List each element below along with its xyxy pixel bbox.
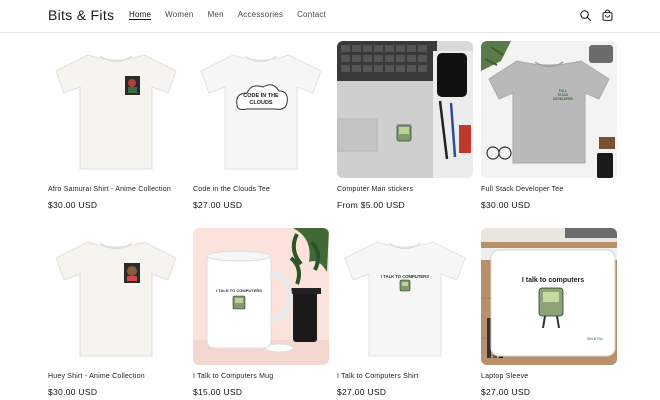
svg-text:CODE IN THE: CODE IN THE — [243, 93, 279, 99]
cart-icon[interactable] — [601, 9, 614, 22]
product-image[interactable]: I TALK TO COMPUTERS — [193, 228, 329, 365]
product-price: $30.00 USD — [48, 200, 98, 210]
svg-text:I TALK TO COMPUTERS: I TALK TO COMPUTERS — [381, 274, 429, 279]
svg-text:DEVELOPER: DEVELOPER — [553, 97, 573, 101]
svg-text:I TALK TO COMPUTERS: I TALK TO COMPUTERS — [216, 288, 262, 293]
search-icon[interactable] — [579, 9, 592, 22]
product-image[interactable] — [48, 41, 184, 178]
product-title[interactable]: Afro Samurai Shirt - Anime Collection — [48, 186, 208, 193]
product-title[interactable]: I Talk to Computers Mug — [193, 373, 353, 380]
product-title[interactable]: Computer Man stickers — [337, 186, 497, 193]
product-title[interactable]: I Talk to Computers Shirt — [337, 373, 497, 380]
store-logo[interactable]: Bits & Fits — [48, 7, 114, 23]
product-price: $30.00 USD — [481, 200, 531, 210]
product-image[interactable]: I TALK TO COMPUTERS — [337, 228, 473, 365]
product-title[interactable]: Full Stack Developer Tee — [481, 186, 641, 193]
product-price: From $5.00 USD — [337, 200, 405, 210]
product-image[interactable] — [48, 228, 184, 365]
product-image[interactable]: I talk to computers Bits & Fits — [481, 228, 617, 365]
site-header: Bits & Fits Home Women Men Accessories C… — [0, 0, 660, 33]
nav-home[interactable]: Home — [129, 10, 151, 19]
product-image[interactable] — [337, 41, 473, 178]
product-price: $27.00 USD — [481, 387, 531, 397]
product-image[interactable]: CODE IN THE CLOUDS — [193, 41, 329, 178]
nav-contact[interactable]: Contact — [297, 10, 326, 19]
product-title[interactable]: Code in the Clouds Tee — [193, 186, 353, 193]
main-nav: Home Women Men Accessories Contact — [129, 10, 340, 19]
nav-men[interactable]: Men — [208, 10, 224, 19]
product-image[interactable]: FULL STACK DEVELOPER — [481, 41, 617, 178]
product-price: $27.00 USD — [193, 200, 243, 210]
product-title[interactable]: Laptop Sleeve — [481, 373, 641, 380]
product-price: $27.00 USD — [337, 387, 387, 397]
product-price: $30.00 USD — [48, 387, 98, 397]
svg-text:Bits & Fits: Bits & Fits — [587, 337, 603, 341]
nav-women[interactable]: Women — [165, 10, 193, 19]
nav-accessories[interactable]: Accessories — [238, 10, 283, 19]
svg-text:CLOUDS: CLOUDS — [249, 100, 273, 106]
product-title[interactable]: Huey Shirt - Anime Collection — [48, 373, 208, 380]
svg-text:I talk to computers: I talk to computers — [522, 277, 584, 284]
product-price: $15.00 USD — [193, 387, 243, 397]
